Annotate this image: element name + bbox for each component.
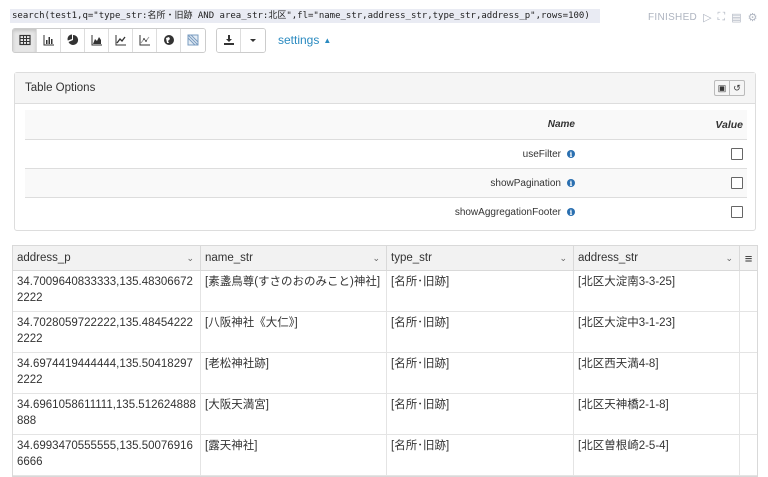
cell-address-str: [北区大淀中3-1-23] — [574, 312, 740, 352]
caret-down-icon — [250, 39, 256, 42]
globe-icon — [163, 35, 174, 45]
cell-address-p: 34.6961058611111,135.512624888888 — [13, 394, 201, 434]
cell-type-str: [名所･旧跡] — [387, 435, 574, 475]
settings-label: settings — [278, 33, 320, 47]
cell-name-str: [大阪天満宮] — [201, 394, 387, 434]
cell-address-p: 34.6974419444444,135.504182972222 — [13, 353, 201, 393]
network-icon — [187, 34, 199, 46]
book-icon[interactable]: ▤ — [731, 11, 741, 24]
line-chart-button[interactable] — [109, 28, 133, 52]
cell-type-str: [名所･旧跡] — [387, 312, 574, 352]
column-header-name-str[interactable]: name_str ⌄ — [201, 246, 387, 270]
chevron-down-icon[interactable]: ⌄ — [372, 253, 380, 264]
panel-title: Table Options — [25, 82, 96, 94]
run-icon[interactable]: ▷ — [703, 11, 711, 24]
table-options-panel: Table Options ▣ ↺ Name Value useFilter i … — [14, 72, 756, 231]
save-icon[interactable]: ▣ — [715, 81, 730, 95]
option-row: showPagination i — [25, 168, 747, 197]
download-button-group — [216, 27, 266, 53]
table-row[interactable]: 34.6993470555555,135.500769166666 [露天神社]… — [13, 435, 757, 476]
cell-address-p: 34.6993470555555,135.500769166666 — [13, 435, 201, 475]
bar-chart-button[interactable] — [37, 28, 61, 52]
area-chart-icon — [91, 35, 102, 46]
info-icon[interactable]: i — [567, 179, 575, 188]
grid-header: address_p ⌄ name_str ⌄ type_str ⌄ address_s… — [13, 246, 757, 271]
option-row: useFilter i — [25, 139, 747, 168]
show-aggregation-footer-checkbox[interactable] — [731, 206, 743, 218]
table-row[interactable]: 34.6961058611111,135.512624888888 [大阪天満宮… — [13, 394, 757, 435]
cell-address-p: 34.7028059722222,135.484542222222 — [13, 312, 201, 352]
info-icon[interactable]: i — [567, 208, 575, 217]
download-dropdown-button[interactable] — [241, 28, 265, 52]
gear-icon[interactable]: ⚙ — [748, 11, 758, 24]
cell-name-str: [八阪神社《大仁》] — [201, 312, 387, 352]
table-row[interactable]: 34.7009640833333,135.483066722222 [素盞鳥尊(… — [13, 271, 757, 312]
column-header-type-str[interactable]: type_str ⌄ — [387, 246, 574, 270]
query-editor[interactable]: search(test1,q="type_str:名所・旧跡 AND area_… — [10, 9, 600, 23]
map-button[interactable] — [157, 28, 181, 52]
options-name-header: Name — [547, 119, 575, 130]
cell-address-p: 34.7009640833333,135.483066722222 — [13, 271, 201, 311]
pie-chart-icon — [67, 34, 78, 45]
panel-buttons: ▣ ↺ — [714, 80, 745, 96]
grid-menu-icon[interactable]: ≡ — [740, 246, 757, 270]
caret-up-icon: ▲ — [323, 35, 332, 45]
cell-address-str: [北区西天満4-8] — [574, 353, 740, 393]
cell-type-str: [名所･旧跡] — [387, 394, 574, 434]
info-icon[interactable]: i — [567, 150, 575, 159]
table-row[interactable]: 34.7028059722222,135.484542222222 [八阪神社《… — [13, 312, 757, 353]
column-header-address-p[interactable]: address_p ⌄ — [13, 246, 201, 270]
area-chart-button[interactable] — [85, 28, 109, 52]
pie-chart-button[interactable] — [61, 28, 85, 52]
panel-header: Table Options ▣ ↺ — [15, 73, 755, 104]
download-icon — [223, 35, 234, 45]
cell-address-str: [北区大淀南3-3-25] — [574, 271, 740, 311]
visualization-toolbar: settings ▲ — [12, 27, 331, 53]
paragraph-status-bar: FINISHED ▷ ⛶ ▤ ⚙ — [648, 11, 758, 24]
chevron-down-icon[interactable]: ⌄ — [559, 253, 567, 264]
cell-name-str: [露天神社] — [201, 435, 387, 475]
table-row[interactable]: 34.6974419444444,135.504182972222 [老松神社跡… — [13, 353, 757, 394]
use-filter-checkbox[interactable] — [731, 148, 743, 160]
option-name: showAggregationFooter — [454, 206, 561, 218]
cell-address-str: [北区天神橋2-1-8] — [574, 394, 740, 434]
table-icon — [18, 34, 31, 46]
options-table: Name Value useFilter i showPagination i sh… — [25, 110, 747, 226]
option-name: showPagination — [490, 177, 561, 189]
cell-name-str: [素盞鳥尊(すさのおのみこと)神社] — [201, 271, 387, 311]
chevron-down-icon[interactable]: ⌄ — [186, 253, 194, 264]
column-header-address-str[interactable]: address_str ⌄ — [574, 246, 740, 270]
cell-address-str: [北区曽根崎2-5-4] — [574, 435, 740, 475]
option-row: showAggregationFooter i — [25, 197, 747, 226]
chevron-down-icon[interactable]: ⌄ — [725, 253, 733, 264]
options-header-row: Name Value — [25, 110, 747, 139]
expand-icon[interactable]: ⛶ — [718, 11, 726, 24]
settings-toggle[interactable]: settings ▲ — [278, 33, 331, 47]
cell-type-str: [名所･旧跡] — [387, 353, 574, 393]
status-label: FINISHED — [648, 12, 698, 23]
reset-icon[interactable]: ↺ — [730, 81, 744, 95]
show-pagination-checkbox[interactable] — [731, 177, 743, 189]
table-view-button[interactable] — [13, 28, 37, 52]
view-button-group — [12, 27, 206, 53]
network-button[interactable] — [181, 28, 205, 52]
cell-name-str: [老松神社跡] — [201, 353, 387, 393]
scatter-chart-icon — [139, 35, 150, 46]
cell-type-str: [名所･旧跡] — [387, 271, 574, 311]
line-chart-icon — [115, 35, 126, 46]
scatter-chart-button[interactable] — [133, 28, 157, 52]
download-button[interactable] — [217, 28, 241, 52]
result-grid: address_p ⌄ name_str ⌄ type_str ⌄ address_s… — [12, 245, 758, 477]
option-name: useFilter — [522, 148, 561, 160]
bar-chart-icon — [43, 35, 54, 46]
options-value-header: Value — [715, 118, 743, 131]
